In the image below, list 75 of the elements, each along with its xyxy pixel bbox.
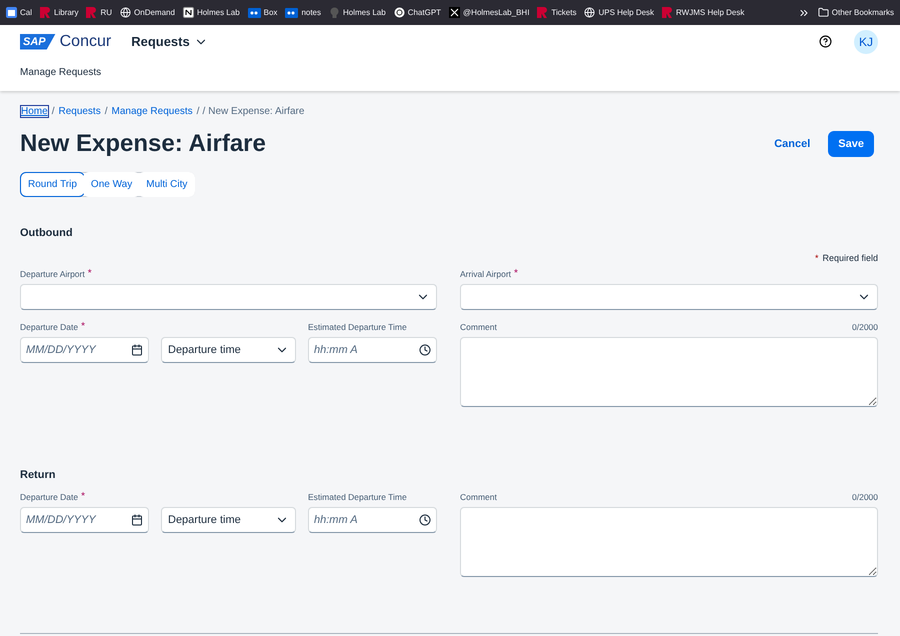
clock-icon[interactable] [419,514,431,526]
bookmark[interactable]: RU [86,7,112,18]
time-dropdown[interactable]: Departure time [161,337,296,363]
field-label: Departure Airport [20,269,85,279]
concur-logo[interactable]: SAP Concur [20,32,112,50]
section-heading: Outbound [20,227,74,239]
bookmark[interactable]: Holmes Lab [182,7,240,18]
requests-menu[interactable]: Requests [131,34,208,49]
field-label: Departure Date [20,492,78,502]
page-title: New Expense: Airfare [20,130,266,158]
bookmark[interactable]: RWJMS Help Desk [662,7,744,18]
time-dropdown[interactable]: Departure time [161,507,296,533]
required-asterisk: * [514,269,518,278]
r-logo-icon [662,7,674,18]
r-logo-icon [537,7,548,18]
bookmark-folder[interactable]: Other Bookmarks [818,7,894,18]
bookmark[interactable]: Tickets [537,7,576,18]
breadcrumb-separator: / [196,106,200,117]
cancel-button[interactable]: Cancel [768,137,816,151]
field-label: Estimated Departure Time [308,322,407,332]
departure-airport-dropdown[interactable] [20,284,437,310]
time-field[interactable]: hh:mm A [308,507,437,533]
bookmark[interactable]: notes [285,8,322,18]
breadcrumb-link[interactable]: Manage Requests [110,105,194,118]
bookmark[interactable]: Cal [6,7,32,18]
globe-icon [120,7,132,18]
field-label: Departure Date [20,322,78,332]
user-avatar[interactable]: KJ [854,30,878,54]
required-asterisk: * [81,492,86,501]
breadcrumb-separator: / [52,106,54,117]
help-icon[interactable] [819,35,832,48]
field-label: Comment [460,492,497,502]
required-asterisk: * [81,322,86,331]
required-note: Required field [822,253,878,263]
trip-type-tab[interactable]: Round Trip [20,172,85,197]
bookmark[interactable]: Holmes Lab [329,7,386,18]
bookmark[interactable]: Library [40,7,78,18]
x-logo-icon [449,7,460,18]
notebook-icon [182,7,194,18]
r-logo-icon [86,7,98,18]
bookmark[interactable]: @HolmesLab_BHI [449,7,530,18]
clock-icon[interactable] [419,344,431,356]
comment-field[interactable] [460,337,878,407]
field-label: Estimated Departure Time [308,492,407,502]
field-label: Arrival Airport [460,269,512,279]
breadcrumb-link[interactable]: Requests [57,105,102,118]
character-count: 0/2000 [852,492,878,502]
breadcrumb-separator: / [104,106,108,117]
r-logo-icon [40,7,52,18]
required-asterisk: * [88,269,92,278]
time-field[interactable]: hh:mm A [308,337,437,363]
bookmark[interactable]: Box [248,8,278,18]
field-label: Comment [460,322,497,332]
arrival-airport-dropdown[interactable] [460,284,878,310]
trip-type-tab[interactable]: Multi City [138,172,196,197]
save-button[interactable]: Save [828,131,874,157]
breadcrumb-current-page: New Expense: Airfare [208,106,304,117]
date-field[interactable]: MM/DD/YYYY [20,507,149,533]
box-logo-icon [248,8,261,18]
required-asterisk: * [814,253,818,263]
head-icon [329,7,340,18]
date-field[interactable]: MM/DD/YYYY [20,337,149,363]
box-logo-icon [285,8,298,18]
globe-icon [584,7,596,18]
character-count: 0/2000 [852,322,878,332]
breadcrumb-separator: / [202,106,206,117]
bookmark[interactable]: OnDemand [120,7,175,18]
comment-field[interactable] [460,507,878,577]
breadcrumb-link[interactable]: Home [20,105,49,118]
subnav-link[interactable]: Manage Requests [20,67,102,78]
section-heading: Return [20,469,56,481]
folder-icon [818,7,829,18]
bookmark[interactable]: UPS Help Desk [584,7,654,18]
bookmark[interactable]: ChatGPT [394,7,442,18]
trip-type-tab[interactable]: One Way [82,172,140,197]
